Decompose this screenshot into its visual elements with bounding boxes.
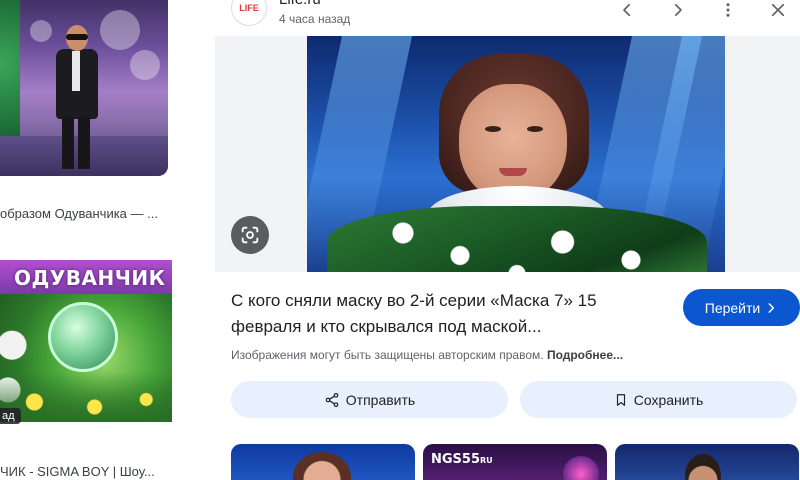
preview-image-area xyxy=(215,36,800,272)
save-button[interactable]: Сохранить xyxy=(520,381,797,418)
copyright-text: Изображения могут быть защищены авторски… xyxy=(231,348,544,362)
source-logo[interactable]: LIFE xyxy=(231,0,267,26)
panel-header: LIFE Life.ru 4 часа назад xyxy=(215,0,800,36)
related-logo: NGS55RU xyxy=(431,452,493,467)
thumb-overlay-title: ОДУВАНЧИК xyxy=(14,266,166,290)
learn-more-link[interactable]: Подробнее... xyxy=(547,348,623,362)
source-name[interactable]: Life.ru xyxy=(279,0,321,8)
related-image-1[interactable] xyxy=(231,444,415,480)
chevron-right-icon xyxy=(768,302,775,313)
copyright-notice: Изображения могут быть защищены авторски… xyxy=(231,348,623,362)
result-image-2[interactable]: ОДУВАНЧИК xyxy=(0,260,172,422)
share-icon xyxy=(325,392,339,407)
chevron-left-icon[interactable] xyxy=(613,0,641,22)
bookmark-icon xyxy=(616,393,625,406)
results-column: образом Одуванчика — ... ОДУВАНЧИК ад ЧИ… xyxy=(0,0,215,480)
related-image-3[interactable] xyxy=(615,444,799,480)
related-image-2[interactable]: NGS55RU xyxy=(423,444,607,480)
image-detail-panel: LIFE Life.ru 4 часа назад xyxy=(215,0,800,480)
save-button-label: Сохранить xyxy=(633,391,704,408)
visit-button[interactable]: Перейти xyxy=(683,289,800,326)
result-caption-1[interactable]: образом Одуванчика — ... xyxy=(0,206,158,221)
visit-button-label: Перейти xyxy=(704,299,761,316)
source-time: 4 часа назад xyxy=(279,12,351,26)
chevron-right-icon[interactable] xyxy=(664,0,692,22)
result-image-1[interactable] xyxy=(0,0,168,176)
share-button[interactable]: Отправить xyxy=(231,381,508,418)
result-thumbnail-1[interactable] xyxy=(0,0,192,176)
source-logo-text: LIFE xyxy=(239,3,259,13)
result-thumbnail-2[interactable]: ОДУВАНЧИК xyxy=(0,248,192,436)
close-icon[interactable] xyxy=(764,0,792,22)
google-lens-icon[interactable] xyxy=(231,216,269,254)
result-title-link[interactable]: С кого сняли маску во 2-й серии «Маска 7… xyxy=(231,288,671,340)
result-caption-2[interactable]: ЧИК - SIGMA BOY | Шоу... xyxy=(0,464,155,479)
more-vert-icon[interactable] xyxy=(714,0,742,22)
duration-badge: ад xyxy=(0,408,21,424)
preview-image[interactable] xyxy=(307,36,725,272)
share-button-label: Отправить xyxy=(345,391,416,408)
